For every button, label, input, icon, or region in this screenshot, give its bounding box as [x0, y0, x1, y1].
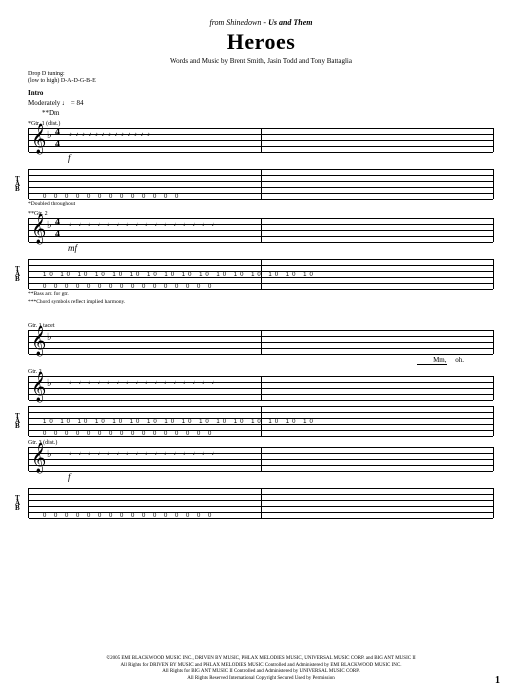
gtr2-label-2: Gtr. 2 — [28, 369, 494, 375]
treble-clef-icon: 𝄞 — [31, 214, 46, 245]
footnote-bass: **Bass arr. for gtr. — [28, 291, 494, 297]
notation-notes: ♩ ♩ ♩ ♩ ♩ ♩ ♩ ♩ ♩ ♩ ♩ ♩ ♩ ♩ ♩ ♩ — [69, 222, 489, 228]
key-signature: ♭ — [47, 130, 52, 141]
from-prefix: from Shinedown - — [209, 18, 268, 27]
time-signature: 44 — [55, 127, 60, 151]
lyric-line: Mm, oh. — [28, 356, 464, 365]
key-signature: ♭ — [47, 220, 52, 231]
song-title: Heroes — [28, 29, 494, 55]
tab-staff-gtr2: TAB 10 10 10 10 10 10 10 10 10 10 10 10 … — [28, 259, 494, 289]
tempo: Moderately ♩ = 84 — [28, 99, 494, 107]
tab-numbers-gtr2-mid: 10 10 10 10 10 10 10 10 10 10 10 10 10 1… — [43, 272, 489, 278]
notation-notes: ♩ ♩ ♩ ♩ ♩ ♩ ♩ ♩ ♩ ♩ ♩ ♩ ♩ ♩ ♩ ♩ — [69, 380, 489, 386]
tab-numbers-gtr3: 0 0 0 0 0 0 0 0 0 0 0 0 0 0 0 0 — [43, 513, 489, 519]
tuning-line2: (low to high) D-A-D-G-B-E — [28, 78, 494, 85]
notation-staff-gtr3: 𝄞 ♭ ♩ ♩ ♩ ♩ ♩ ♩ ♩ ♩ ♩ ♩ ♩ ♩ ♩ ♩ ♩ ♩ — [28, 447, 494, 471]
dynamic-mf: mf — [68, 243, 494, 253]
footnote-doubled: *Doubled throughout — [28, 201, 494, 207]
gtr3-label: Gtr. 3 (dist.) — [28, 440, 494, 446]
sheet-music-page: from Shinedown - Us and Them Heroes Word… — [0, 0, 522, 696]
key-signature: ♭ — [47, 332, 52, 343]
tab-numbers-gtr1: 0 0 0 0 0 0 0 0 0 0 0 0 0 — [43, 194, 489, 200]
tab-numbers-gtr2b-mid: 10 10 10 10 10 10 10 10 10 10 10 10 10 1… — [43, 419, 489, 425]
key-signature: ♭ — [47, 378, 52, 389]
gtr1-tacet: Gtr. 1 tacet — [28, 323, 494, 329]
dynamic-f-gtr3: f — [68, 472, 494, 482]
tab-staff-gtr2b: TAB 10 10 10 10 10 10 10 10 10 10 10 10 … — [28, 406, 494, 436]
from-line: from Shinedown - Us and Them — [28, 18, 494, 27]
copyright-line4: All Rights Reserved International Copyri… — [28, 676, 494, 683]
header: from Shinedown - Us and Them Heroes Word… — [28, 18, 494, 65]
notation-staff-gtr1: 𝄞 ♭ 44 ♪ ♪ ♪ ♪ ♪ ♪ ♪ ♪ ♪ ♪ ♪ ♪ ♪ — [28, 128, 494, 152]
tab-label-icon: TAB — [15, 496, 20, 511]
staff-system-4: Gtr. 3 (dist.) 𝄞 ♭ ♩ ♩ ♩ ♩ ♩ ♩ ♩ ♩ ♩ ♩ ♩… — [28, 440, 494, 518]
dynamic-f: f — [68, 153, 494, 163]
staff-system-3: Gtr. 2 𝄞 ♭ ♩ ♩ ♩ ♩ ♩ ♩ ♩ ♩ ♩ ♩ ♩ ♩ ♩ ♩ ♩… — [28, 369, 494, 436]
tab-label-icon: TAB — [15, 267, 20, 282]
treble-clef-icon: 𝄞 — [31, 326, 46, 357]
notation-staff-gtr2: 𝄞 ♭ 44 ♩ ♩ ♩ ♩ ♩ ♩ ♩ ♩ ♩ ♩ ♩ ♩ ♩ ♩ ♩ ♩ — [28, 218, 494, 242]
lyric-mm: Mm, — [417, 356, 447, 365]
tab-label-icon: TAB — [15, 177, 20, 192]
tab-numbers-gtr2b-low: 0 0 0 0 0 0 0 0 0 0 0 0 0 0 0 0 — [43, 431, 489, 437]
album-name: Us and Them — [268, 18, 312, 27]
treble-clef-icon: 𝄞 — [31, 124, 46, 155]
tab-numbers-gtr2-low: 0 0 0 0 0 0 0 0 0 0 0 0 0 0 0 0 — [43, 284, 489, 290]
time-signature: 44 — [55, 217, 60, 241]
staff-system-1: *Gtr. 1 (dist.) 𝄞 ♭ 44 ♪ ♪ ♪ ♪ ♪ ♪ ♪ ♪ ♪… — [28, 121, 494, 207]
copyright-block: ©2005 EMI BLACKWOOD MUSIC INC., DRIVEN B… — [28, 656, 494, 682]
page-number: 1 — [495, 675, 500, 686]
notation-staff-vocal: 𝄞 ♭ — [28, 330, 494, 354]
credits: Words and Music by Brent Smith, Jasin To… — [28, 57, 494, 65]
tuning-block: Drop D tuning: (low to high) D-A-D-G-B-E — [28, 71, 494, 85]
notation-staff-gtr2b: 𝄞 ♭ ♩ ♩ ♩ ♩ ♩ ♩ ♩ ♩ ♩ ♩ ♩ ♩ ♩ ♩ ♩ ♩ — [28, 376, 494, 400]
gtr2-label: **Gtr. 2 — [28, 211, 494, 217]
treble-clef-icon: 𝄞 — [31, 443, 46, 474]
section-intro: Intro — [28, 89, 494, 97]
notation-notes: ♩ ♩ ♩ ♩ ♩ ♩ ♩ ♩ ♩ ♩ ♩ ♩ ♩ ♩ ♩ ♩ — [69, 451, 489, 457]
treble-clef-icon: 𝄞 — [31, 372, 46, 403]
tab-staff-gtr1: TAB 0 0 0 0 0 0 0 0 0 0 0 0 0 — [28, 169, 494, 199]
staff-system-2: **Gtr. 2 𝄞 ♭ 44 ♩ ♩ ♩ ♩ ♩ ♩ ♩ ♩ ♩ ♩ ♩ ♩ … — [28, 211, 494, 305]
tuning-line1: Drop D tuning: — [28, 71, 494, 78]
chord-dm: **Dm — [42, 109, 494, 117]
gtr1-label: *Gtr. 1 (dist.) — [28, 121, 494, 127]
key-signature: ♭ — [47, 449, 52, 460]
notation-notes: ♪ ♪ ♪ ♪ ♪ ♪ ♪ ♪ ♪ ♪ ♪ ♪ ♪ — [69, 132, 489, 138]
lyric-oh: oh. — [455, 356, 464, 364]
tab-label-icon: TAB — [15, 414, 20, 429]
tab-staff-gtr3: TAB 0 0 0 0 0 0 0 0 0 0 0 0 0 0 0 0 — [28, 488, 494, 518]
